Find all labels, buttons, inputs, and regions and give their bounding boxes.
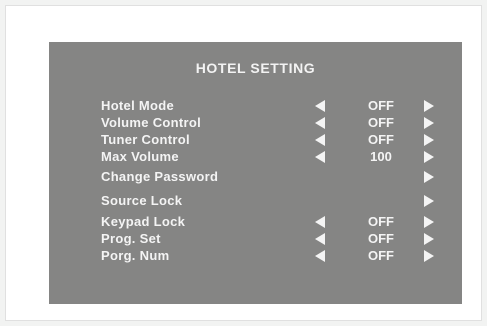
right-triangle-icon[interactable] xyxy=(424,171,434,183)
right-triangle-icon[interactable] xyxy=(424,99,434,112)
menu-item-max-volume[interactable]: Max Volume 100 xyxy=(101,148,441,165)
menu-item-value: 100 xyxy=(370,149,392,164)
menu-item-label: Prog. Set xyxy=(101,231,161,246)
menu-list: Hotel Mode OFF Volume Control OFF Tuner … xyxy=(101,97,441,264)
menu-title: HOTEL SETTING xyxy=(195,60,316,76)
left-triangle-icon[interactable] xyxy=(315,249,325,262)
menu-item-label: Source Lock xyxy=(101,193,183,208)
left-triangle-icon[interactable] xyxy=(315,133,325,146)
hotel-setting-menu: HOTEL SETTING Hotel Mode OFF Volume Cont… xyxy=(49,42,462,304)
menu-item-label: Tuner Control xyxy=(101,132,190,147)
left-triangle-icon[interactable] xyxy=(315,99,325,112)
menu-item-value: OFF xyxy=(368,248,394,263)
right-triangle-icon[interactable] xyxy=(424,150,434,163)
menu-item-hotel-mode[interactable]: Hotel Mode OFF xyxy=(101,97,441,114)
menu-item-keypad-lock[interactable]: Keypad Lock OFF xyxy=(101,213,441,230)
menu-item-value: OFF xyxy=(368,214,394,229)
menu-item-prog-set[interactable]: Prog. Set OFF xyxy=(101,230,441,247)
menu-item-value: OFF xyxy=(368,115,394,130)
menu-item-tuner-control[interactable]: Tuner Control OFF xyxy=(101,131,441,148)
right-triangle-icon[interactable] xyxy=(424,232,434,245)
menu-item-source-lock[interactable]: Source Lock xyxy=(101,189,441,213)
menu-item-label: Volume Control xyxy=(101,115,202,130)
menu-item-label: Keypad Lock xyxy=(101,214,186,229)
menu-item-label: Max Volume xyxy=(101,149,179,164)
right-triangle-icon[interactable] xyxy=(424,195,434,207)
menu-item-volume-control[interactable]: Volume Control OFF xyxy=(101,114,441,131)
left-triangle-icon[interactable] xyxy=(315,116,325,129)
menu-item-porg-num[interactable]: Porg. Num OFF xyxy=(101,247,441,264)
menu-item-label: Hotel Mode xyxy=(101,98,175,113)
right-triangle-icon[interactable] xyxy=(424,215,434,228)
right-triangle-icon[interactable] xyxy=(424,249,434,262)
screen-frame: HOTEL SETTING Hotel Mode OFF Volume Cont… xyxy=(5,5,482,321)
left-triangle-icon[interactable] xyxy=(315,150,325,163)
right-triangle-icon[interactable] xyxy=(424,116,434,129)
menu-item-value: OFF xyxy=(368,98,394,113)
right-triangle-icon[interactable] xyxy=(424,133,434,146)
menu-item-label: Porg. Num xyxy=(101,248,170,263)
menu-item-value: OFF xyxy=(368,231,394,246)
menu-item-label: Change Password xyxy=(101,169,219,184)
left-triangle-icon[interactable] xyxy=(315,232,325,245)
menu-item-change-password[interactable]: Change Password xyxy=(101,165,441,189)
left-triangle-icon[interactable] xyxy=(315,215,325,228)
menu-item-value: OFF xyxy=(368,132,394,147)
